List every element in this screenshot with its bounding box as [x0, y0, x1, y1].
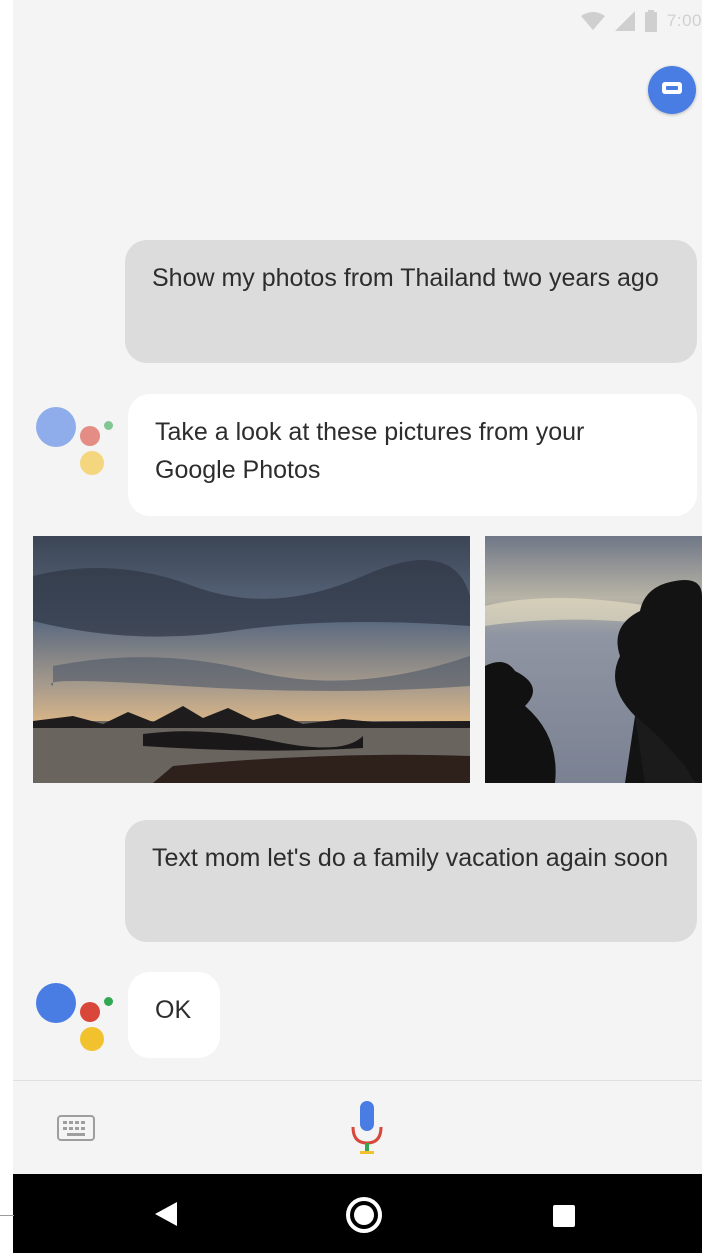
logo-green-dot: [104, 421, 113, 430]
photo-carousel[interactable]: [33, 536, 702, 783]
logo-blue-dot: [36, 983, 76, 1023]
sunset-over-bay-photo: [33, 536, 470, 783]
status-time: 7:00: [666, 11, 702, 30]
logo-yellow-dot: [80, 451, 104, 475]
keyboard-chat-button[interactable]: [648, 66, 696, 114]
photo-card[interactable]: [33, 536, 470, 783]
assistant-message-text: Take a look at these pictures from your …: [155, 418, 585, 484]
user-message-text: Text mom let's do a family vacation agai…: [152, 844, 669, 872]
recents-icon[interactable]: [553, 1205, 575, 1232]
logo-red-dot: [80, 1002, 100, 1022]
assistant-message-bubble: OK: [128, 972, 220, 1058]
assistant-logo: [33, 402, 113, 482]
keyboard-chat-icon: [660, 76, 684, 105]
battery-icon: [644, 10, 657, 32]
home-icon[interactable]: [345, 1196, 383, 1239]
cellular-signal-icon: [614, 11, 635, 31]
wifi-icon: [580, 11, 605, 31]
assistant-message-text: OK: [155, 996, 192, 1024]
tree-silhouette-photo: [485, 536, 702, 783]
logo-red-dot: [80, 426, 100, 446]
status-icons: 7:00: [580, 10, 702, 32]
assistant-message-bubble: Take a look at these pictures from your …: [128, 394, 697, 516]
assistant-screen: 7:00 Show my photos from Thailand two ye…: [13, 0, 702, 1253]
photo-card[interactable]: [485, 536, 702, 783]
logo-green-dot: [104, 997, 113, 1006]
logo-blue-dot: [36, 407, 76, 447]
navigation-bar: [13, 1174, 702, 1253]
user-message-text: Show my photos from Thailand two years a…: [152, 264, 659, 292]
keyboard-icon: [57, 1115, 95, 1147]
page-edge-line: [0, 1215, 14, 1216]
back-icon[interactable]: [155, 1202, 177, 1231]
user-message-bubble: Show my photos from Thailand two years a…: [125, 240, 697, 363]
assistant-logo: [33, 978, 113, 1058]
mic-icon: [347, 1101, 387, 1163]
keyboard-button[interactable]: [57, 1113, 95, 1143]
user-message-bubble: Text mom let's do a family vacation agai…: [125, 820, 697, 942]
input-bar: [13, 1081, 702, 1174]
mic-button[interactable]: [347, 1099, 387, 1159]
status-bar: 7:00: [13, 0, 702, 44]
logo-yellow-dot: [80, 1027, 104, 1051]
